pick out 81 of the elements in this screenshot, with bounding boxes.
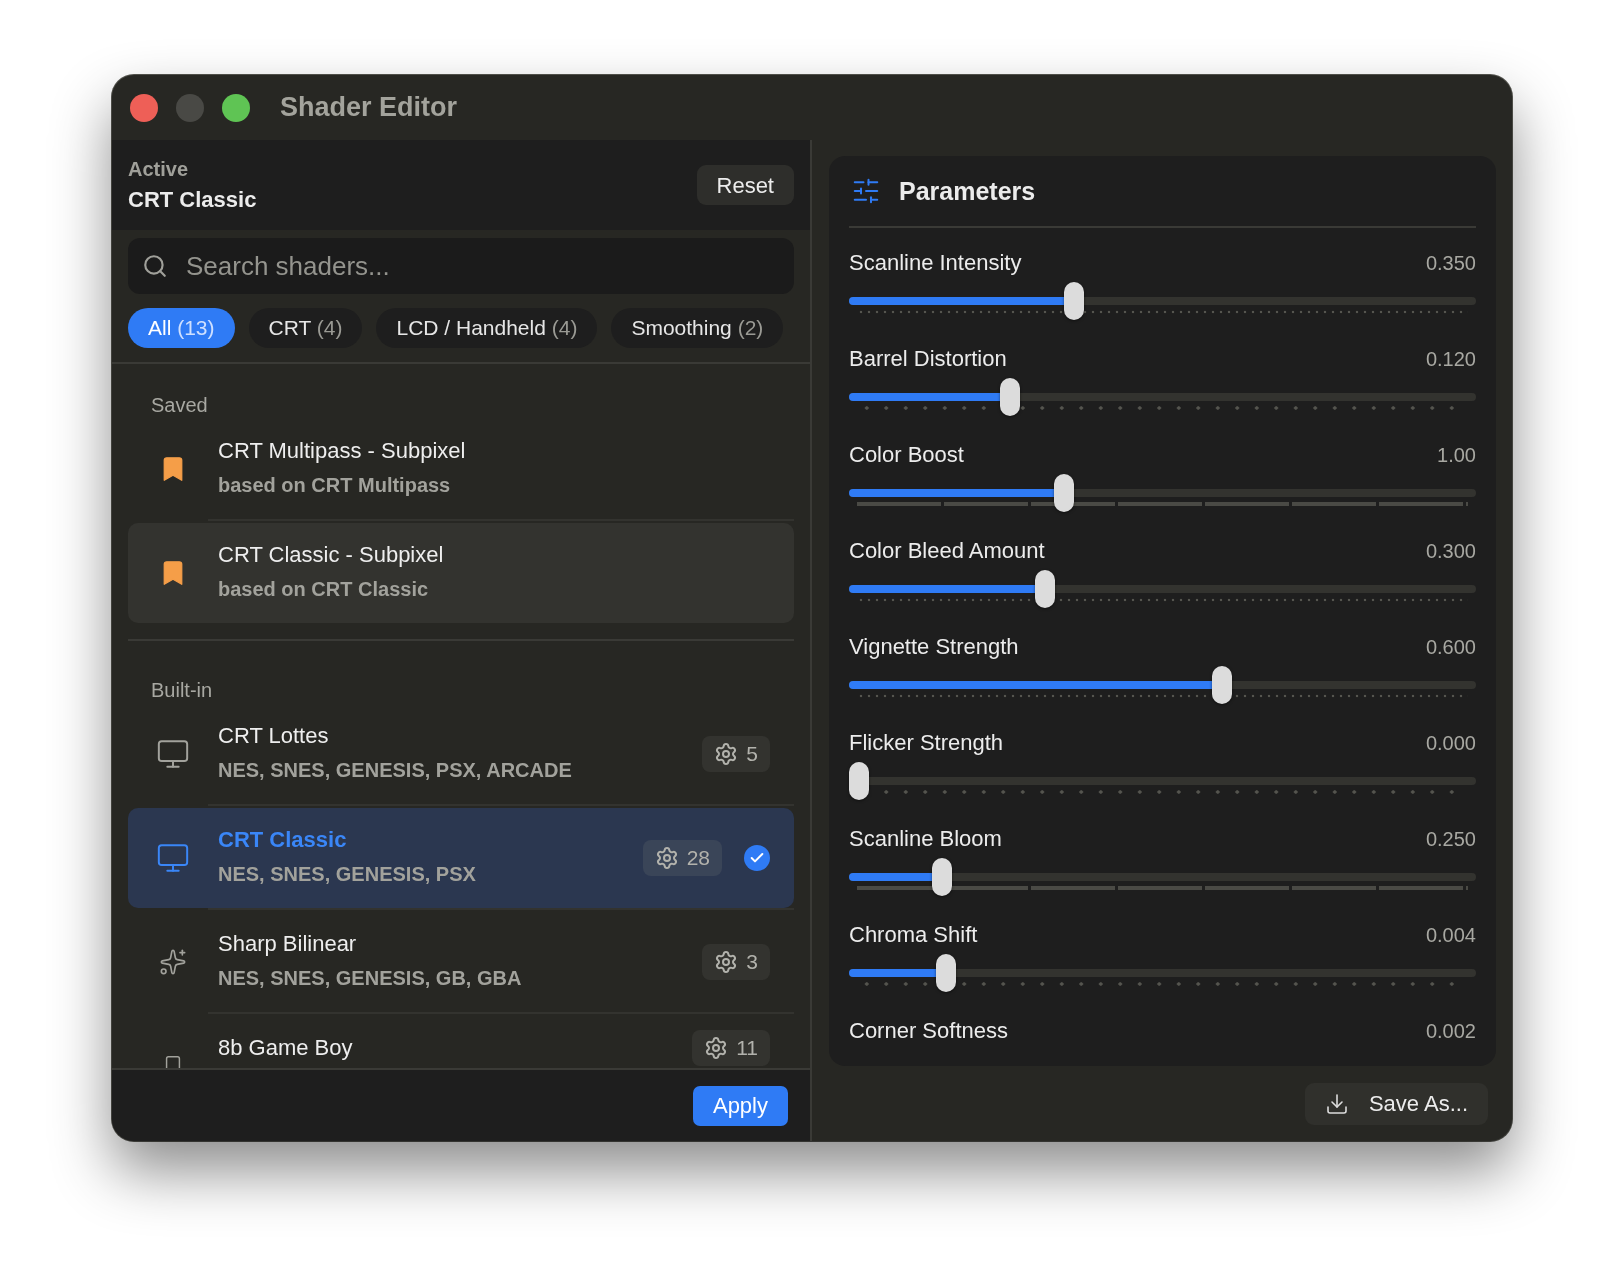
parameter-label: Color Bleed Amount (849, 538, 1045, 564)
zoom-icon[interactable] (222, 93, 250, 122)
slider-thumb[interactable] (1054, 474, 1075, 512)
shader-list-item[interactable]: Sharp Bilinear NES, SNES, GENESIS, GB, GBA 3 (128, 912, 794, 1012)
shader-name: CRT Classic - Subpixel (218, 542, 445, 568)
parameter-value: 0.250 (1425, 827, 1476, 851)
parameter-count: 5 (702, 736, 770, 772)
filter-chip[interactable]: All (13) (128, 308, 235, 348)
save-as-button[interactable]: Save As... (1304, 1082, 1488, 1125)
parameters-title: Parameters (899, 176, 1036, 206)
parameter-value: 0.000 (1425, 731, 1476, 755)
apply-button[interactable]: Apply (692, 1085, 788, 1126)
slider-thumb[interactable] (849, 762, 869, 800)
shader-subtitle: NES, SNES, GENESIS, PSX (218, 863, 477, 886)
monitor-icon (156, 737, 190, 771)
parameter-value: 0.350 (1425, 251, 1476, 275)
shader-name: CRT Classic (218, 827, 348, 853)
slider-thumb[interactable] (931, 858, 952, 896)
filter-chip[interactable]: LCD / Handheld (4) (376, 308, 598, 348)
shader-list-item[interactable]: CRT Multipass - Subpixel based on CRT Multipass (128, 419, 794, 519)
gear-icon (714, 742, 739, 766)
sparkle-icon (159, 948, 187, 976)
slider-thumb[interactable] (1212, 666, 1232, 704)
slider[interactable] (849, 666, 1476, 704)
slider-thumb[interactable] (1063, 282, 1084, 320)
shader-name: 8b Game Boy (218, 1035, 354, 1061)
parameter-label: Flicker Strength (849, 730, 1004, 756)
slider[interactable] (849, 474, 1476, 512)
parameter-label: Scanline Intensity (849, 250, 1022, 276)
slider[interactable] (849, 282, 1476, 320)
parameter-label: Scanline Bloom (849, 826, 1002, 852)
parameter-label: Barrel Distortion (849, 346, 1007, 372)
slider[interactable] (849, 570, 1476, 608)
slider[interactable] (849, 762, 1476, 800)
gear-icon (654, 846, 679, 870)
gear-icon (704, 1036, 729, 1060)
sliders-icon (851, 176, 881, 206)
close-icon[interactable] (130, 93, 158, 122)
group-title: Built-in (151, 679, 214, 702)
parameter-value: 0.002 (1425, 1019, 1476, 1043)
slider[interactable] (849, 378, 1476, 416)
active-shader-name: CRT Classic (128, 186, 257, 213)
slider-thumb[interactable] (1034, 570, 1055, 608)
shader-list-item[interactable]: CRT Lottes NES, SNES, GENESIS, PSX, ARCADE 5 (128, 704, 794, 804)
parameter-value: 0.004 (1425, 923, 1476, 947)
shader-name: Sharp Bilinear (218, 931, 358, 957)
window-title: Shader Editor (280, 92, 458, 123)
filter-chip[interactable]: CRT (4) (248, 308, 363, 348)
shader-list-item[interactable]: CRT Classic NES, SNES, GENESIS, PSX 28 (128, 808, 794, 908)
slider[interactable] (849, 858, 1476, 896)
parameter-count: 3 (702, 944, 770, 980)
shader-name: CRT Multipass - Subpixel (218, 438, 467, 464)
shader-list-item[interactable]: CRT Classic - Subpixel based on CRT Classic (128, 523, 794, 623)
download-icon (1324, 1091, 1349, 1116)
parameter-label: Color Boost (849, 442, 964, 468)
parameter-value: 0.120 (1425, 347, 1476, 371)
parameter-value: 0.600 (1425, 635, 1476, 659)
group-title: Saved (151, 394, 209, 417)
parameter-value: 0.300 (1425, 539, 1476, 563)
active-label: Active (128, 157, 190, 181)
parameter-value: 1.00 (1437, 443, 1476, 467)
shader-subtitle: NES, SNES, GENESIS, GB, GBA (218, 967, 523, 990)
parameter-count: 11 (692, 1030, 770, 1066)
slider-thumb[interactable] (936, 954, 957, 992)
search-field[interactable]: Search shaders... (128, 238, 794, 294)
parameter-label: Vignette Strength (849, 634, 1019, 660)
shader-subtitle: based on CRT Classic (218, 578, 430, 601)
search-icon (142, 253, 168, 279)
shader-name: CRT Lottes (218, 723, 330, 749)
shader-subtitle: based on CRT Multipass (218, 474, 452, 497)
slider-thumb[interactable] (999, 378, 1020, 416)
parameter-label: Corner Softness (849, 1018, 1008, 1044)
reset-button[interactable]: Reset (696, 165, 794, 205)
check-icon (744, 845, 770, 871)
filter-chip[interactable]: Smoothing (2) (611, 308, 784, 348)
monitor-icon (156, 841, 190, 875)
slider[interactable] (849, 954, 1476, 992)
shader-subtitle: NES, SNES, GENESIS, PSX, ARCADE (218, 759, 573, 782)
parameter-label: Chroma Shift (849, 922, 978, 948)
gear-icon (714, 950, 739, 974)
parameter-count: 28 (642, 840, 722, 876)
